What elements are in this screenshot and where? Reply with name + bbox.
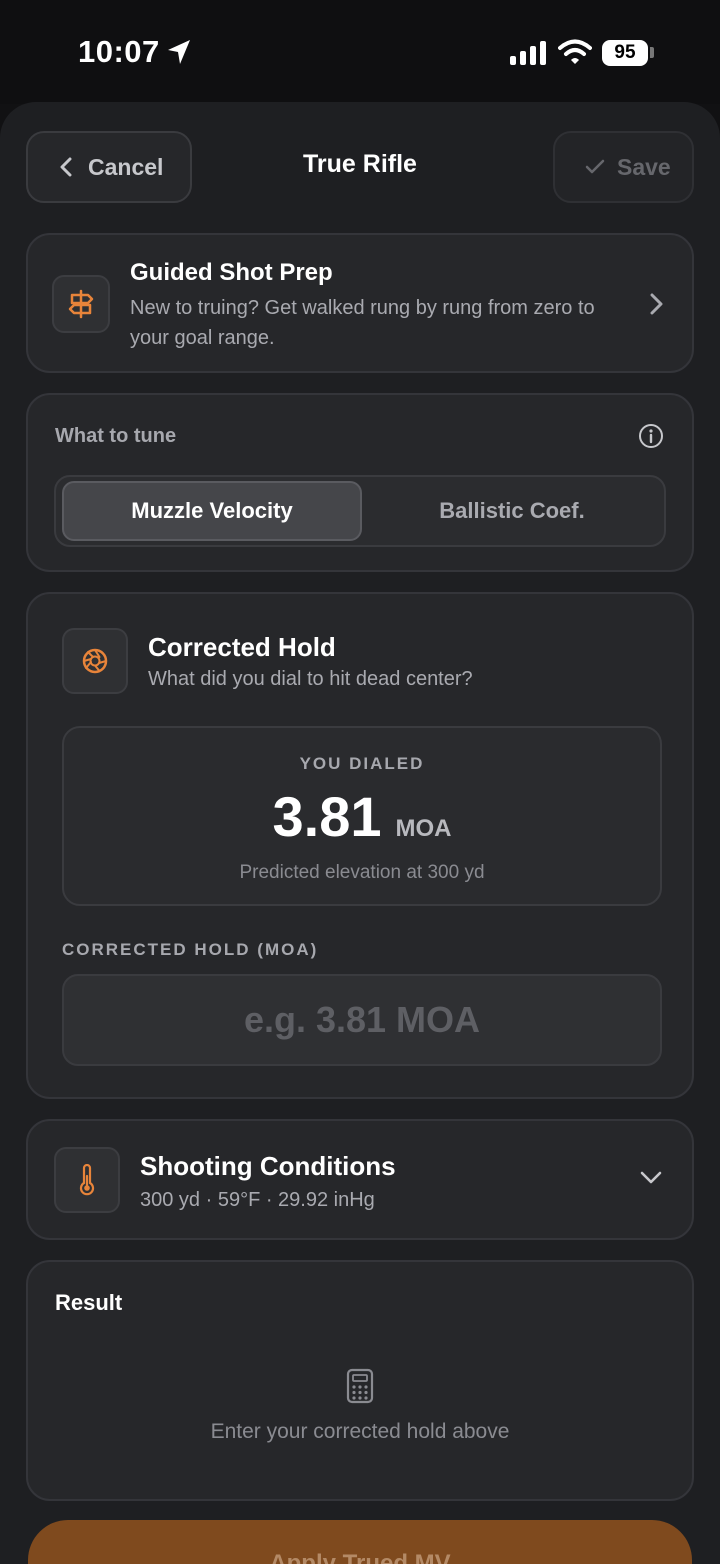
you-dialed-label: YOU DIALED [299,754,425,773]
status-time: 10:07 [78,34,160,69]
tune-segmented-control: Muzzle Velocity Ballistic Coef. [54,475,666,547]
corrected-hold-input-label: CORRECTED HOLD (MOA) [62,940,319,959]
checkmark-icon [585,159,605,174]
thermometer-icon-box [54,1147,120,1213]
shooting-conditions-title: Shooting Conditions [140,1151,396,1181]
tab-muzzle-velocity[interactable]: Muzzle Velocity [62,481,362,541]
save-button[interactable]: Save [553,131,694,203]
battery-tip [650,47,654,58]
corrected-hold-title: Corrected Hold [148,632,336,662]
aperture-icon [82,648,108,674]
result-card: Result Enter your corrected hold above [26,1260,694,1501]
corrected-hold-input[interactable] [62,974,662,1066]
apply-trued-mv-button[interactable]: Apply Trued MV [28,1520,692,1564]
shooting-conditions-card[interactable]: Shooting Conditions 300 yd · 59°F · 29.9… [26,1119,694,1240]
what-to-tune-card: What to tune Muzzle Velocity Ballistic C… [26,393,694,572]
you-dialed-unit: MOA [395,815,452,842]
guided-title: Guided Shot Prep [130,259,333,286]
corrected-hold-card: Corrected Hold What did you dial to hit … [26,592,694,1099]
result-title: Result [55,1290,123,1315]
aperture-icon-box [62,628,128,694]
result-empty-text: Enter your corrected hold above [210,1420,510,1443]
tab-ballistic-coef[interactable]: Ballistic Coef. [362,481,662,541]
wifi-icon [558,39,592,64]
predicted-elevation-note: Predicted elevation at 300 yd [239,862,485,883]
chevron-down-icon [640,1171,662,1184]
cellular-signal-icon [510,41,546,65]
guided-shot-prep-card[interactable]: Guided Shot Prep New to truing? Get walk… [26,233,694,373]
signpost-icon [68,289,94,319]
thermometer-icon [79,1164,95,1196]
what-to-tune-label: What to tune [55,425,177,447]
you-dialed-panel: YOU DIALED 3.81 MOA Predicted elevation … [62,726,662,906]
guided-description: New to truing? Get walked rung by rung f… [130,297,595,349]
corrected-hold-subtitle: What did you dial to hit dead center? [148,668,473,690]
location-arrow-icon [168,40,190,64]
battery-indicator: 95 [602,40,648,66]
chevron-right-icon [650,293,663,315]
you-dialed-value: 3.81 [272,785,382,848]
save-label: Save [617,153,671,180]
you-dialed-value-row: 3.81 MOA [64,784,660,849]
apply-trued-mv-label: Apply Trued MV [269,1550,451,1564]
status-bar: 10:07 95 [0,0,720,104]
calculator-icon [346,1368,374,1404]
info-icon[interactable] [638,423,664,449]
signpost-icon-box [52,275,110,333]
shooting-conditions-summary: 300 yd · 59°F · 29.92 inHg [140,1189,375,1211]
